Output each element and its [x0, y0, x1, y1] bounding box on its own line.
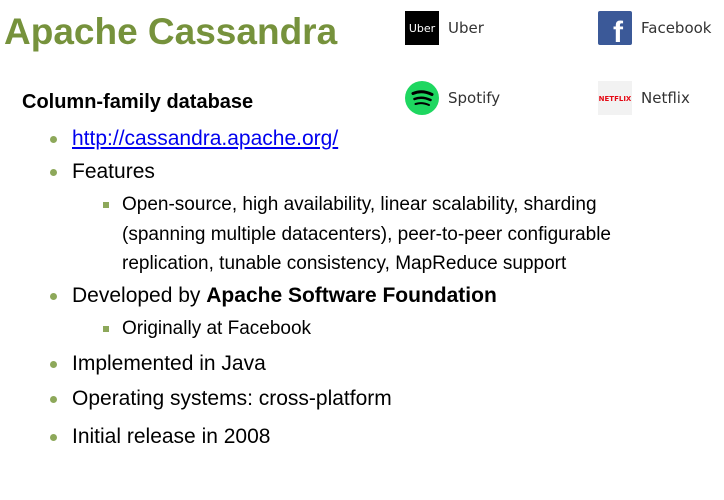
features-line: replication, tunable consistency, MapRed… — [122, 253, 567, 274]
bullet-developed-by: Developed by Apache Software Foundation — [50, 282, 497, 310]
spotify-logo-icon — [405, 81, 439, 115]
logo-netflix: NETFLIX Netflix — [598, 81, 690, 115]
facebook-logo-icon: f — [598, 11, 632, 45]
features-line: (spanning multiple datacenters), peer-to… — [122, 223, 611, 245]
logo-uber: Uber Uber — [405, 11, 484, 45]
features-line: Open-source, high availability, linear s… — [122, 194, 597, 215]
uber-logo-icon: Uber — [405, 11, 439, 45]
netflix-logo-icon: NETFLIX — [598, 81, 632, 115]
slide-subtitle: Column-family database — [22, 91, 254, 113]
logo-name-uber: Uber — [448, 19, 484, 37]
netflix-logo-wordmark: NETFLIX — [599, 95, 632, 103]
logo-name-spotify: Spotify — [448, 89, 501, 107]
bullet-implemented: Implemented in Java — [50, 350, 266, 378]
sub-bullet-features: Open-source, high availability, linear s… — [103, 190, 611, 279]
slide-title: Apache Cassandra — [4, 11, 338, 52]
developed-by-prefix: Developed by — [72, 284, 207, 307]
bullet-features: Features — [50, 158, 155, 186]
logo-name-netflix: Netflix — [641, 89, 690, 107]
sub-bullet-origin: Originally at Facebook — [102, 314, 311, 344]
logo-spotify: Spotify — [405, 81, 500, 115]
developer-organization: Apache Software Foundation — [206, 284, 497, 307]
cassandra-website-link[interactable]: http://cassandra.apache.org/ — [72, 127, 338, 150]
bullet-release: Initial release in 2008 — [49, 423, 270, 451]
bullet-link: http://cassandra.apache.org/ — [49, 125, 338, 153]
uber-logo-wordmark: Uber — [409, 22, 436, 35]
bullet-operating-systems: Operating systems: cross-platform — [50, 385, 392, 413]
logo-name-facebook: Facebook — [641, 19, 712, 37]
logo-facebook: f Facebook — [598, 11, 711, 45]
facebook-logo-glyph: f — [613, 16, 624, 45]
